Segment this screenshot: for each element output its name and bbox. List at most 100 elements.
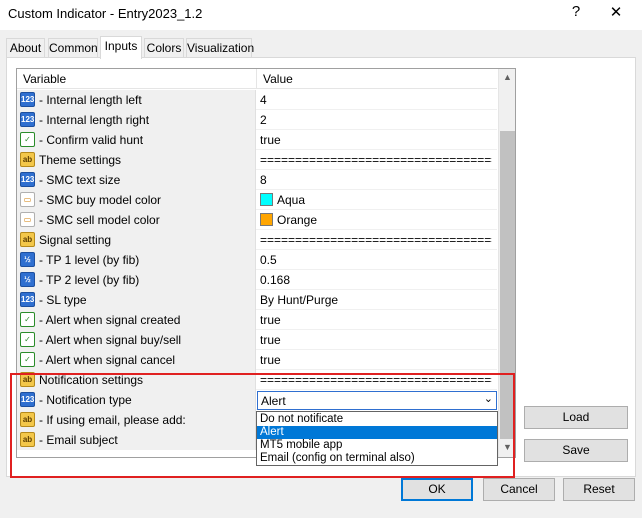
num-type-icon: 123	[20, 92, 35, 107]
value-text: By Hunt/Purge	[260, 293, 339, 307]
value-cell[interactable]: true	[260, 313, 492, 327]
help-button[interactable]: ?	[566, 3, 586, 25]
bool-type-icon: ✓	[20, 312, 35, 327]
variable-cell[interactable]: 123 - Internal length left	[17, 90, 256, 110]
color-swatch	[260, 213, 273, 226]
color-swatch	[260, 193, 273, 206]
value-text: 2	[260, 113, 267, 127]
variable-cell[interactable]: ▭ - SMC buy model color	[17, 190, 256, 210]
scroll-up-arrow-icon[interactable]: ▲	[499, 69, 515, 86]
tab-colors[interactable]: Colors	[144, 38, 184, 58]
ok-button[interactable]: OK	[401, 478, 473, 501]
variable-name: - Alert when signal buy/sell	[39, 333, 182, 347]
value-text: 4	[260, 93, 267, 107]
variable-name: - TP 2 level (by fib)	[39, 273, 140, 287]
value-cell[interactable]: true	[260, 333, 492, 347]
frac-type-icon: ½	[20, 252, 35, 267]
load-button[interactable]: Load	[524, 406, 628, 429]
value-cell[interactable]: Orange	[260, 213, 492, 227]
color-type-icon: ▭	[20, 192, 35, 207]
grid-row[interactable]: ▭ - SMC sell model color Orange	[17, 210, 497, 230]
color-type-icon: ▭	[20, 212, 35, 227]
num-type-icon: 123	[20, 292, 35, 307]
cancel-button[interactable]: Cancel	[483, 478, 555, 501]
variable-cell[interactable]: 123 - Internal length right	[17, 110, 256, 130]
grid-row[interactable]: ✓ - Alert when signal buy/sell true	[17, 330, 497, 350]
variable-cell[interactable]: ab Theme settings	[17, 150, 256, 170]
variable-cell[interactable]: 123 - SMC text size	[17, 170, 256, 190]
variable-cell[interactable]: ✓ - Alert when signal cancel	[17, 350, 256, 370]
variable-column-header[interactable]: Variable	[23, 72, 66, 86]
highlight-annotation-box	[10, 373, 515, 478]
grid-row[interactable]: ✓ - Alert when signal created true	[17, 310, 497, 330]
variable-cell[interactable]: ✓ - Alert when signal buy/sell	[17, 330, 256, 350]
grid-row[interactable]: ½ - TP 2 level (by fib) 0.168	[17, 270, 497, 290]
grid-row[interactable]: ✓ - Alert when signal cancel true	[17, 350, 497, 370]
reset-button[interactable]: Reset	[563, 478, 635, 501]
bool-type-icon: ✓	[20, 352, 35, 367]
value-cell[interactable]: 4	[260, 93, 492, 107]
grid-row[interactable]: 123 - SMC text size 8	[17, 170, 497, 190]
bool-type-icon: ✓	[20, 132, 35, 147]
close-button[interactable]: ✕	[604, 3, 628, 25]
num-type-icon: 123	[20, 112, 35, 127]
tab-visualization[interactable]: Visualization	[186, 38, 254, 58]
variable-cell[interactable]: ½ - TP 1 level (by fib)	[17, 250, 256, 270]
value-cell[interactable]: true	[260, 353, 492, 367]
grid-row[interactable]: ▭ - SMC buy model color Aqua	[17, 190, 497, 210]
value-column-header[interactable]: Value	[263, 72, 293, 86]
bool-type-icon: ✓	[20, 332, 35, 347]
variable-name: Theme settings	[39, 153, 122, 167]
value-cell[interactable]: true	[260, 133, 492, 147]
variable-name: - Alert when signal created	[39, 313, 181, 327]
value-cell[interactable]: 0.5	[260, 253, 492, 267]
value-text: true	[260, 313, 281, 327]
value-cell[interactable]: 0.168	[260, 273, 492, 287]
value-cell[interactable]: 2	[260, 113, 492, 127]
grid-row[interactable]: ✓ - Confirm valid hunt true	[17, 130, 497, 150]
variable-cell[interactable]: ½ - TP 2 level (by fib)	[17, 270, 256, 290]
tab-about[interactable]: About	[6, 38, 45, 58]
value-cell[interactable]: By Hunt/Purge	[260, 293, 492, 307]
variable-name: - TP 1 level (by fib)	[39, 253, 140, 267]
value-text: true	[260, 133, 281, 147]
variable-name: - Internal length right	[39, 113, 150, 127]
ab-type-icon: ab	[20, 232, 35, 247]
grid-row[interactable]: ab Theme settings ========================…	[17, 150, 497, 170]
ab-type-icon: ab	[20, 152, 35, 167]
value-cell[interactable]: 8	[260, 173, 492, 187]
value-text: ========================================…	[260, 233, 492, 247]
value-text: true	[260, 333, 281, 347]
variable-name: - SL type	[39, 293, 87, 307]
variable-name: - SMC text size	[39, 173, 121, 187]
variable-cell[interactable]: 123 - SL type	[17, 290, 256, 310]
value-text: ========================================…	[260, 153, 492, 167]
tab-common[interactable]: Common	[48, 38, 98, 58]
variable-name: - Alert when signal cancel	[39, 353, 176, 367]
tab-inputs[interactable]: Inputs	[100, 36, 142, 59]
grid-row[interactable]: 123 - Internal length right 2	[17, 110, 497, 130]
variable-name: - SMC sell model color	[39, 213, 160, 227]
value-text: Aqua	[277, 193, 306, 207]
column-divider[interactable]	[256, 69, 257, 89]
grid-row[interactable]: 123 - SL type By Hunt/Purge	[17, 290, 497, 310]
variable-cell[interactable]: ▭ - SMC sell model color	[17, 210, 256, 230]
grid-header: Variable Value	[17, 69, 497, 89]
variable-name: - SMC buy model color	[39, 193, 162, 207]
grid-row[interactable]: ½ - TP 1 level (by fib) 0.5	[17, 250, 497, 270]
variable-cell[interactable]: ✓ - Alert when signal created	[17, 310, 256, 330]
value-text: true	[260, 353, 281, 367]
grid-row[interactable]: 123 - Internal length left 4	[17, 90, 497, 110]
variable-name: Signal setting	[39, 233, 112, 247]
variable-cell[interactable]: ✓ - Confirm valid hunt	[17, 130, 256, 150]
frac-type-icon: ½	[20, 272, 35, 287]
value-cell[interactable]: Aqua	[260, 193, 492, 207]
grid-row[interactable]: ab Signal setting ========================…	[17, 230, 497, 250]
value-cell[interactable]: ========================================…	[260, 233, 492, 247]
save-button[interactable]: Save	[524, 439, 628, 462]
value-text: Orange	[277, 213, 318, 227]
variable-name: - Internal length left	[39, 93, 142, 107]
value-cell[interactable]: ========================================…	[260, 153, 492, 167]
variable-cell[interactable]: ab Signal setting	[17, 230, 256, 250]
value-text: 8	[260, 173, 267, 187]
